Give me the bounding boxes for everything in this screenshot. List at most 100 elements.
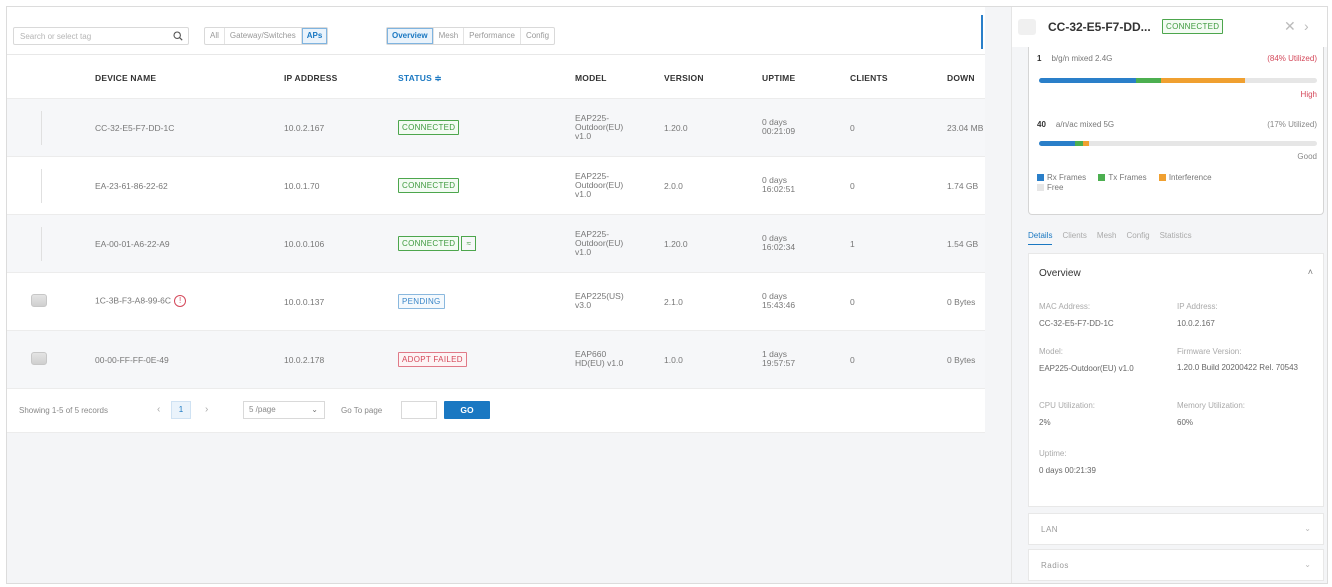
device-version: 1.20.0 xyxy=(664,123,688,133)
table-row[interactable]: EA-00-01-A6-22-A9 10.0.0.106 CONNECTED ≈ … xyxy=(7,215,985,273)
device-ip: 10.0.0.106 xyxy=(284,239,325,249)
warning-icon[interactable]: ! xyxy=(174,295,187,307)
device-type-filter: All Gateway/Switches APs xyxy=(204,27,329,45)
tab-mesh[interactable]: Mesh xyxy=(1097,231,1117,245)
uptime-label: Uptime: xyxy=(1039,449,1067,458)
tab-config[interactable]: Config xyxy=(1126,231,1149,245)
col-ip-address[interactable]: IP ADDRESS xyxy=(284,73,338,83)
panel-divider xyxy=(981,15,983,49)
tab-performance[interactable]: Performance xyxy=(464,28,521,44)
status-badge: CONNECTED xyxy=(398,236,460,251)
tab-statistics[interactable]: Statistics xyxy=(1160,231,1192,245)
tab-clients[interactable]: Clients xyxy=(1062,231,1086,245)
search-icon[interactable] xyxy=(173,31,183,41)
panel-header: CC-32-E5-F7-DD... CONNECTED ✕ › xyxy=(1012,7,1327,47)
device-image xyxy=(41,227,42,261)
table-row[interactable]: EA-23-61-86-22-62 10.0.1.70 CONNECTED EA… xyxy=(7,157,985,215)
device-name: EA-23-61-86-22-62 xyxy=(95,181,168,191)
page-size-select[interactable]: 5 /page ⌄ xyxy=(243,401,325,419)
col-device-name[interactable]: DEVICE NAME xyxy=(95,73,156,83)
goto-page-input[interactable] xyxy=(401,401,437,419)
close-icon[interactable]: ✕ xyxy=(1284,18,1296,35)
table-header: DEVICE NAME IP ADDRESS STATUS ≑ MODEL VE… xyxy=(7,55,985,99)
col-status[interactable]: STATUS ≑ xyxy=(398,73,442,84)
device-version: 1.20.0 xyxy=(664,239,688,249)
tab-overview[interactable]: Overview xyxy=(387,28,434,44)
go-button[interactable]: GO xyxy=(444,401,490,419)
radio-5g-label: 40 a/n/ac mixed 5G xyxy=(1037,120,1115,129)
col-uptime[interactable]: UPTIME xyxy=(762,73,795,83)
device-uptime: 1 days 19:57:57 xyxy=(762,349,796,368)
col-clients[interactable]: CLIENTS xyxy=(850,73,888,83)
device-down: 0 Bytes xyxy=(947,297,976,307)
legend-rx: Rx Frames xyxy=(1037,173,1086,183)
status-badge: PENDING xyxy=(398,294,445,309)
status-cell: CONNECTED ≈ xyxy=(398,236,477,251)
chevron-down-icon[interactable]: ⌄ xyxy=(1304,524,1311,533)
device-ip: 10.0.2.167 xyxy=(284,123,325,133)
tab-mesh[interactable]: Mesh xyxy=(434,28,465,44)
device-clients: 0 xyxy=(850,355,855,365)
lan-section[interactable]: LAN ⌄ xyxy=(1028,513,1324,545)
col-down[interactable]: DOWN xyxy=(947,73,975,83)
model-label: Model: xyxy=(1039,347,1064,356)
device-ip: 10.0.1.70 xyxy=(284,181,320,191)
device-image xyxy=(1018,19,1036,35)
search-input[interactable] xyxy=(14,28,164,44)
device-version: 2.1.0 xyxy=(664,297,683,307)
tab-config[interactable]: Config xyxy=(521,28,554,44)
device-down: 1.54 GB xyxy=(947,239,979,249)
chevron-down-icon[interactable]: ⌄ xyxy=(1304,560,1311,569)
panel-title: CC-32-E5-F7-DD... xyxy=(1048,20,1151,34)
radio-utilization-card: 1 b/g/n mixed 2.4G (84% Utilized) High 40… xyxy=(1028,47,1324,215)
radios-title: Radios xyxy=(1041,561,1069,570)
chevron-down-icon: ⌄ xyxy=(311,405,318,414)
firmware-label: Firmware Version: xyxy=(1177,347,1242,356)
cpu-value: 2% xyxy=(1039,418,1051,427)
lan-title: LAN xyxy=(1041,525,1059,534)
cpu-label: CPU Utilization: xyxy=(1039,401,1096,410)
prev-page-icon[interactable]: ‹ xyxy=(157,404,160,415)
radio-legend: Rx Frames Tx Frames Interference Free xyxy=(1037,173,1297,193)
legend-interference: Interference xyxy=(1158,173,1212,183)
col-version[interactable]: VERSION xyxy=(664,73,704,83)
view-tabs: Overview Mesh Performance Config xyxy=(386,27,556,45)
device-name: 1C-3B-F3-A8-99-6C xyxy=(95,295,172,306)
filter-gateway-switches[interactable]: Gateway/Switches xyxy=(225,28,302,44)
tab-details[interactable]: Details xyxy=(1028,231,1053,245)
table-row[interactable]: 00-00-FF-FF-0E-49 10.0.2.178 ADOPT FAILE… xyxy=(7,331,985,389)
status-cell: CONNECTED xyxy=(398,120,460,135)
device-table: DEVICE NAME IP ADDRESS STATUS ≑ MODEL VE… xyxy=(7,55,985,433)
device-version: 2.0.0 xyxy=(664,181,683,191)
device-list-pane: All Gateway/Switches APs Overview Mesh P… xyxy=(7,7,1011,583)
chevron-right-icon[interactable]: › xyxy=(1304,18,1309,34)
device-uptime: 0 days 00:21:09 xyxy=(762,117,796,136)
search-box[interactable] xyxy=(13,27,189,45)
page-current[interactable]: 1 xyxy=(171,401,191,419)
uptime-value: 0 days 00:21:39 xyxy=(1039,466,1096,475)
status-cell: PENDING xyxy=(398,294,445,309)
wireless-uplink-icon: ≈ xyxy=(461,236,477,251)
col-model[interactable]: MODEL xyxy=(575,73,607,83)
device-model: EAP225-Outdoor(EU) v1.0 xyxy=(575,113,624,141)
table-row[interactable]: 1C-3B-F3-A8-99-6C! 10.0.0.137 PENDING EA… xyxy=(7,273,985,331)
overview-title: Overview xyxy=(1039,268,1081,279)
status-badge: ADOPT FAILED xyxy=(398,352,467,367)
next-page-icon[interactable]: › xyxy=(205,404,208,415)
radios-section[interactable]: Radios ⌄ xyxy=(1028,549,1324,581)
device-uptime: 0 days 15:43:46 xyxy=(762,291,796,310)
bar-segment-interference xyxy=(1161,78,1245,83)
legend-free: Free xyxy=(1037,183,1063,193)
collapse-icon[interactable]: ˄ xyxy=(1308,267,1313,277)
device-image xyxy=(31,352,47,365)
toolbar: All Gateway/Switches APs Overview Mesh P… xyxy=(7,7,985,55)
table-row[interactable]: CC-32-E5-F7-DD-1C 10.0.2.167 CONNECTED E… xyxy=(7,99,985,157)
filter-aps[interactable]: APs xyxy=(301,28,328,44)
filter-all[interactable]: All xyxy=(205,28,225,44)
pagination: Showing 1-5 of 5 records ‹ 1 › 5 /page ⌄ … xyxy=(7,389,985,433)
device-name: CC-32-E5-F7-DD-1C xyxy=(95,123,175,133)
device-down: 0 Bytes xyxy=(947,355,976,365)
device-clients: 0 xyxy=(850,181,855,191)
firmware-value: 1.20.0 Build 20200422 Rel. 70543 xyxy=(1177,363,1298,372)
status-badge: CONNECTED xyxy=(398,178,460,193)
